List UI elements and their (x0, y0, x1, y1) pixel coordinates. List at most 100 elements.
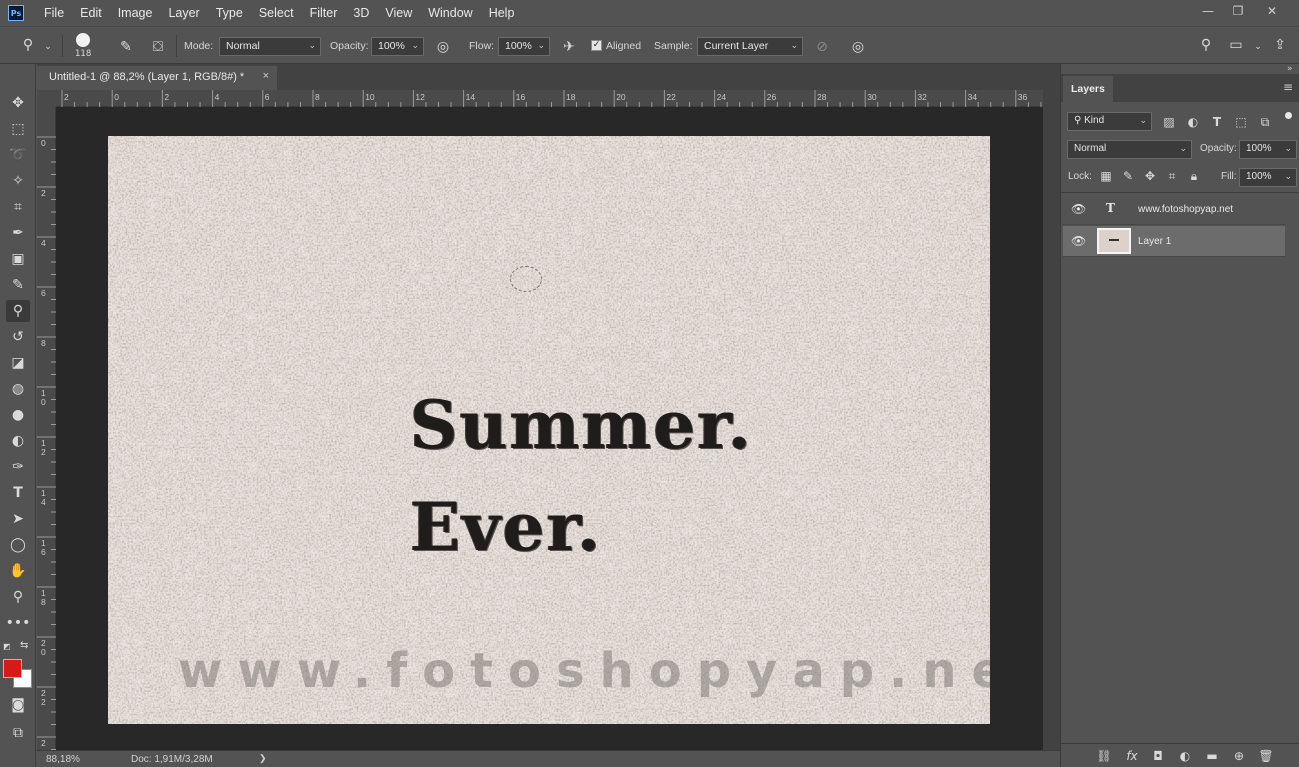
search-icon[interactable]: ⚲ (1196, 35, 1216, 55)
quick-mask-icon[interactable]: ◙ (6, 694, 30, 716)
clone-source-icon[interactable]: ⛋ (148, 37, 168, 57)
trash-icon[interactable]: 🗑︎ (1258, 748, 1274, 764)
fill-input[interactable]: 100% ⌄ (1239, 168, 1297, 187)
filter-adjustment-icon[interactable]: ◐ (1185, 114, 1201, 130)
menu-filter[interactable]: Filter (302, 0, 346, 26)
status-menu-arrow-icon[interactable]: ❯ (259, 753, 267, 764)
layer-opacity-input[interactable]: 100% ⌄ (1239, 140, 1297, 159)
brush-preview-icon[interactable] (76, 33, 90, 47)
share-icon[interactable]: ⇪ (1270, 35, 1290, 55)
menu-3d[interactable]: 3D (345, 0, 377, 26)
type-tool-icon[interactable]: T (6, 482, 30, 504)
layer-row-layer-1[interactable]: 👁︎ Layer 1 (1063, 226, 1285, 257)
filter-toggle-icon[interactable] (1285, 112, 1292, 119)
panel-menu-icon[interactable]: ≡ (1283, 80, 1293, 94)
lasso-tool-icon[interactable]: ➰ (6, 144, 30, 166)
chevron-down-icon[interactable]: ⌄ (1248, 37, 1268, 57)
blend-mode-select[interactable]: Normal ⌄ (1067, 140, 1192, 159)
tab-layers[interactable]: Layers (1063, 76, 1113, 102)
path-selection-tool-icon[interactable]: ➤ (6, 508, 30, 530)
clone-stamp-preset-icon[interactable]: ⚲ (18, 35, 38, 55)
marquee-tool-icon[interactable]: ⬚ (6, 118, 30, 140)
paint-bucket-tool-icon[interactable]: ◍ (6, 378, 30, 400)
eye-icon[interactable]: 👁︎ (1071, 202, 1086, 216)
ellipse-tool-icon[interactable]: ◯ (6, 534, 30, 556)
new-layer-icon[interactable]: ⊕ (1231, 748, 1247, 764)
dodge-tool-icon[interactable]: ◐ (6, 430, 30, 452)
brush-settings-icon[interactable]: ✎ (116, 37, 136, 57)
opacity-label: Opacity: (330, 40, 369, 52)
menu-window[interactable]: Window (420, 0, 480, 26)
document-tab[interactable]: Untitled-1 @ 88,2% (Layer 1, RGB/8#) * × (37, 66, 277, 90)
filter-pixel-icon[interactable]: ▨ (1161, 114, 1177, 130)
chevron-down-icon[interactable]: ⌄ (38, 37, 58, 57)
default-colors-icon[interactable]: ◩ (3, 642, 13, 652)
minimize-button[interactable]: — (1192, 0, 1224, 22)
healing-brush-tool-icon[interactable]: ▣ (6, 248, 30, 270)
aligned-checkbox[interactable]: ✓ (591, 40, 602, 51)
document-image[interactable]: Summer. Ever. www.fotoshopyap.net (108, 136, 990, 724)
more-tools-icon[interactable]: ••• (6, 612, 31, 634)
blur-tool-icon[interactable]: ● (6, 404, 30, 426)
ignore-adjustment-icon[interactable]: ⊘ (812, 37, 832, 57)
menu-select[interactable]: Select (251, 0, 302, 26)
vertical-ruler[interactable]: 02468101214161820222 (37, 107, 56, 750)
brush-tool-icon[interactable]: ✎ (6, 274, 30, 296)
layer-style-icon[interactable]: fx (1124, 748, 1140, 764)
eyedropper-tool-icon[interactable]: ✒ (6, 222, 30, 244)
menu-edit[interactable]: Edit (72, 0, 110, 26)
lock-pixels-icon[interactable]: ✎ (1120, 168, 1136, 184)
canvas-area[interactable]: Summer. Ever. www.fotoshopyap.net (56, 107, 1043, 750)
opacity-input[interactable]: 100% ⌄ (371, 37, 424, 56)
link-layers-icon[interactable]: ⛓ (1096, 748, 1112, 764)
magic-wand-tool-icon[interactable]: ✧ (6, 170, 30, 192)
vertical-scrollbar[interactable] (1043, 90, 1060, 750)
menu-type[interactable]: Type (208, 0, 251, 26)
menu-help[interactable]: Help (481, 0, 523, 26)
restore-button[interactable]: ❐ (1222, 0, 1254, 22)
pressure-opacity-icon[interactable]: ◎ (433, 37, 453, 57)
airbrush-icon[interactable]: ✈ (559, 37, 579, 57)
close-icon[interactable]: × (263, 70, 269, 82)
photoshop-logo: Ps (8, 5, 24, 21)
menu-file[interactable]: File (36, 0, 72, 26)
screen-mode-icon[interactable]: ⧉ (6, 722, 30, 744)
filter-smart-object-icon[interactable]: ⧉ (1257, 114, 1273, 130)
flow-input[interactable]: 100% ⌄ (498, 37, 550, 56)
swap-colors-icon[interactable]: ⇆ (20, 640, 32, 652)
menu-view[interactable]: View (377, 0, 420, 26)
eye-icon[interactable]: 👁︎ (1071, 234, 1086, 248)
lock-position-icon[interactable]: ✥ (1142, 168, 1158, 184)
lock-transparency-icon[interactable]: ▦ (1098, 168, 1114, 184)
move-tool-icon[interactable]: ✥ (6, 92, 30, 114)
layer-row-text[interactable]: 👁︎ T www.fotoshopyap.net (1063, 194, 1285, 225)
workspace-icon[interactable]: ▭ (1226, 35, 1246, 55)
layer-filter-select[interactable]: ⚲ Kind ⌄ (1067, 112, 1152, 131)
ruler-h-label: 28 (817, 92, 827, 102)
hand-tool-icon[interactable]: ✋ (6, 560, 30, 582)
foreground-color-swatch[interactable] (3, 659, 22, 678)
collapse-panel-icon[interactable]: » (1287, 64, 1293, 74)
new-group-icon[interactable]: ▬ (1204, 748, 1220, 764)
menu-layer[interactable]: Layer (160, 0, 207, 26)
history-brush-tool-icon[interactable]: ↺ (6, 326, 30, 348)
crop-tool-icon[interactable]: ⌗ (6, 196, 30, 218)
zoom-tool-icon[interactable]: ⚲ (6, 586, 30, 608)
pressure-size-icon[interactable]: ◎ (848, 37, 868, 57)
zoom-level[interactable]: 88,18% (46, 754, 80, 765)
menu-image[interactable]: Image (110, 0, 161, 26)
clone-stamp-tool-icon[interactable]: ⚲ (6, 300, 30, 322)
mode-select[interactable]: Normal ⌄ (219, 37, 321, 56)
adjustment-layer-icon[interactable]: ◐ (1177, 748, 1193, 764)
layers-footer: ⛓ fx ◘ ◐ ▬ ⊕ 🗑︎ (1061, 743, 1299, 767)
pen-tool-icon[interactable]: ✑ (6, 456, 30, 478)
close-button[interactable]: ✕ (1256, 0, 1288, 22)
sample-select[interactable]: Current Layer ⌄ (697, 37, 803, 56)
add-mask-icon[interactable]: ◘ (1150, 748, 1166, 764)
lock-all-icon[interactable]: 🔒︎ (1186, 168, 1202, 184)
lock-artboard-icon[interactable]: ⌗ (1164, 168, 1180, 184)
filter-type-icon[interactable]: T (1209, 114, 1225, 130)
horizontal-ruler[interactable]: 2 0 2 4 6 8 10 12 14 16 18 20 22 24 26 28 30 32 34 36 (56, 90, 1043, 107)
filter-shape-icon[interactable]: ⬚ (1233, 114, 1249, 130)
eraser-tool-icon[interactable]: ◪ (6, 352, 30, 374)
